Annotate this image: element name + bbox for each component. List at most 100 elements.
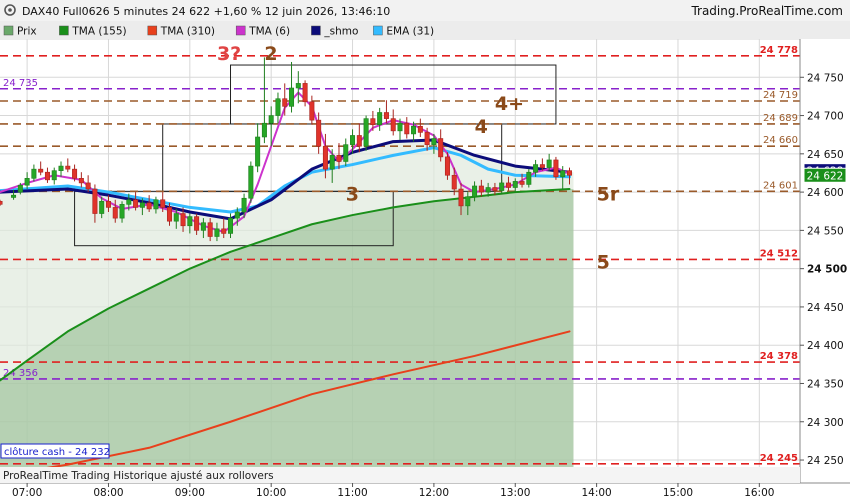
x-tick-label: 16:00	[744, 487, 774, 499]
wave-label: 5	[597, 251, 610, 273]
candle-body	[194, 216, 200, 231]
y-tick-label: 24 650	[807, 149, 844, 161]
y-tick-label: 24 600	[807, 187, 844, 199]
cash-label: clôture cash - 24 232	[4, 446, 110, 458]
x-tick-label: 15:00	[663, 487, 693, 499]
candle-body	[24, 178, 30, 186]
candle-body	[289, 87, 295, 107]
candle-body	[336, 155, 342, 162]
candle-body	[492, 187, 498, 191]
chart-title: DAX40 Full0626 5 minutes 24 622 +1,60 % …	[22, 5, 390, 18]
brand-label: Trading.ProRealTime.com	[690, 4, 843, 18]
candle-body	[112, 207, 118, 219]
y-tick-label: 24 250	[807, 455, 844, 467]
y-tick-label: 24 750	[807, 72, 844, 84]
candle-body	[499, 182, 505, 191]
candle-body	[207, 222, 213, 237]
candle-body	[126, 199, 132, 205]
level-label: 24 245	[760, 453, 798, 464]
level-label: 24 378	[760, 351, 798, 362]
candle-body	[539, 164, 545, 168]
candle-body	[478, 185, 484, 193]
wave-label: 5r	[597, 183, 620, 205]
candle-body	[411, 125, 417, 135]
candle-body	[234, 211, 240, 219]
candle-body	[512, 181, 518, 188]
y-tick-label: 24 300	[807, 417, 844, 429]
candle-body	[390, 118, 396, 132]
wave-label: 4	[475, 116, 488, 138]
candle-body	[248, 165, 254, 199]
legend-swatch	[3, 25, 14, 36]
candle	[248, 161, 254, 203]
candle-body	[268, 115, 274, 124]
candle-body	[438, 138, 444, 158]
candle-body	[350, 135, 356, 145]
legend-label: TMA (6)	[248, 26, 290, 38]
candle-body	[309, 101, 315, 121]
candle-body	[214, 228, 220, 237]
wave-label: 4+	[495, 93, 524, 115]
candle-body	[78, 178, 84, 184]
candle-body	[241, 197, 247, 213]
candle-body	[173, 213, 179, 222]
candle-body	[261, 122, 267, 138]
legend-label: _shmo	[323, 26, 358, 38]
wave-label: 3?	[217, 43, 241, 65]
candle-body	[275, 98, 281, 116]
candle	[553, 156, 559, 180]
x-tick-label: 10:00	[256, 487, 286, 499]
candle-body	[377, 112, 383, 126]
price-chart[interactable]: 24 77824 73524 71924 68924 66024 60124 5…	[0, 0, 850, 500]
candle-body	[58, 165, 64, 171]
candle-body	[566, 170, 572, 176]
candle-body	[166, 207, 172, 222]
candle-body	[383, 112, 389, 119]
price-badge-label: 24 622	[807, 170, 844, 182]
candle-body	[458, 188, 464, 207]
candle-body	[160, 199, 166, 208]
x-tick-label: 13:00	[500, 487, 530, 499]
candle-body	[153, 199, 159, 210]
x-tick-label: 12:00	[419, 487, 449, 499]
candle-body	[11, 194, 17, 198]
candle-body	[356, 135, 362, 147]
candle-body	[119, 204, 125, 219]
candle-body	[533, 164, 539, 173]
level-label: 24 689	[763, 113, 798, 124]
x-tick-label: 14:00	[581, 487, 611, 499]
level-label: 24 601	[763, 180, 798, 191]
candle-body	[444, 156, 450, 176]
legend-label: TMA (310)	[160, 26, 215, 38]
legend-label: EMA (31)	[386, 26, 434, 38]
wave-label: 3	[346, 183, 359, 205]
candle-body	[221, 228, 227, 234]
level-label: 24 660	[763, 135, 798, 146]
legend-swatch	[59, 25, 69, 36]
candle-body	[51, 170, 57, 181]
y-tick-label: 24 700	[807, 111, 844, 123]
candle-body	[17, 184, 23, 193]
candle-body	[255, 136, 261, 167]
level-label: 24 719	[763, 90, 798, 101]
x-tick-label: 07:00	[12, 487, 42, 499]
candle-body	[560, 170, 566, 178]
candle-body	[85, 182, 91, 190]
wave-label: 2	[264, 43, 277, 65]
candle-body	[417, 125, 423, 133]
candle-body	[105, 200, 111, 208]
candle-body	[65, 165, 71, 170]
legend-swatch	[147, 25, 158, 36]
x-tick-label: 11:00	[337, 487, 367, 499]
y-tick-label: 24 550	[807, 225, 844, 237]
candle-body	[180, 213, 186, 227]
candle-body	[322, 145, 328, 170]
candle-body	[451, 174, 457, 190]
candle-body	[295, 83, 301, 89]
x-tick-label: 09:00	[175, 487, 205, 499]
candle-body	[370, 118, 376, 126]
candle-body	[187, 216, 193, 227]
candle-body	[424, 132, 430, 145]
candle-body	[519, 181, 525, 185]
candle	[363, 115, 369, 151]
